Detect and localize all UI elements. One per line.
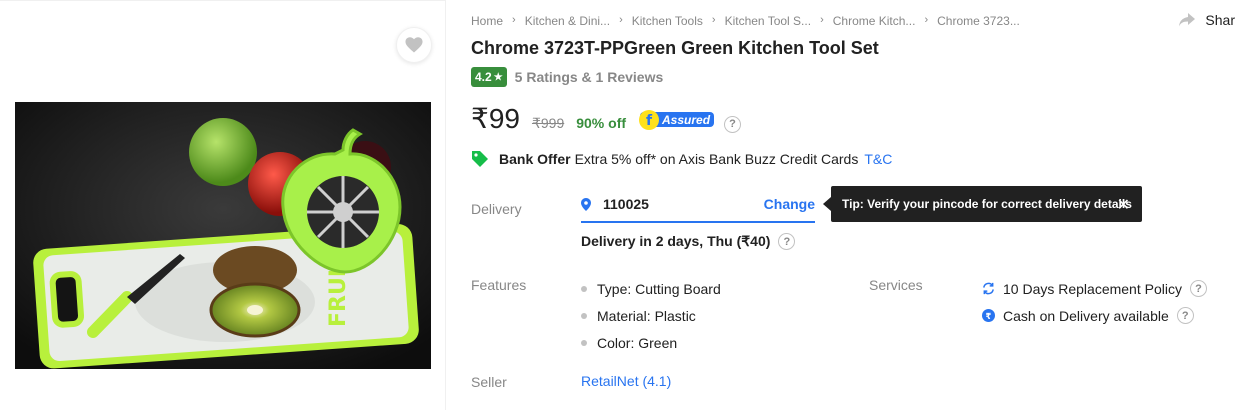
original-price: ₹999 (531, 115, 565, 131)
svg-text:₹: ₹ (985, 311, 991, 321)
heart-icon (405, 37, 423, 53)
price-row: ₹99 ₹999 90% off f Assured ? (471, 102, 742, 135)
svg-text:f: f (646, 113, 653, 129)
wishlist-button[interactable] (396, 27, 432, 63)
breadcrumb-kitchen-tool-set[interactable]: Kitchen Tool S... (725, 14, 812, 28)
replacement-help-icon[interactable]: ? (1189, 280, 1207, 297)
product-details: Home › Kitchen & Dini... › Kitchen Tools… (471, 0, 1235, 410)
breadcrumb-kitchen-dining[interactable]: Kitchen & Dini... (525, 14, 610, 28)
replacement-icon (981, 282, 995, 296)
product-image[interactable]: FRUITSPL (15, 102, 431, 369)
rating-row: 4.2 ★ 5 Ratings & 1 Reviews (471, 67, 663, 87)
assured-help-icon[interactable]: ? (724, 115, 742, 133)
discount-percent: 90% off (576, 115, 627, 131)
rating-badge[interactable]: 4.2 ★ (471, 67, 507, 87)
service-item-replacement: 10 Days Replacement Policy ? (981, 275, 1207, 302)
features-list: Type: Cutting Board Material: Plastic Co… (581, 275, 721, 356)
delivery-label: Delivery (471, 201, 522, 217)
rupee-icon: ₹ (981, 309, 995, 323)
offer-tag-icon (472, 151, 488, 167)
star-icon: ★ (493, 71, 503, 83)
assured-logo-icon: f Assured (639, 110, 715, 130)
selling-price: ₹99 (471, 103, 520, 134)
change-pincode-button[interactable]: Change (764, 196, 815, 212)
rating-value: 4.2 (475, 70, 492, 84)
delivery-estimate: Delivery in 2 days, Thu (₹40) ? (581, 233, 796, 250)
chevron-right-icon: › (820, 14, 824, 26)
cutting-board-illustration: FRUITSPL (15, 102, 431, 369)
share-icon (1179, 13, 1196, 27)
product-gallery: FRUITSPL (0, 0, 446, 410)
breadcrumb-chrome-kitchen[interactable]: Chrome Kitch... (833, 14, 916, 28)
ratings-reviews-count[interactable]: 5 Ratings & 1 Reviews (515, 69, 664, 85)
service-text: 10 Days Replacement Policy (1003, 280, 1182, 297)
assured-badge: f Assured (638, 110, 716, 130)
pincode-value[interactable]: 110025 (603, 196, 764, 212)
services-list: 10 Days Replacement Policy ? ₹ Cash on D… (981, 275, 1207, 329)
chevron-right-icon: › (711, 14, 716, 26)
pincode-field[interactable]: 110025 Change (581, 187, 815, 223)
feature-item: Material: Plastic (581, 302, 721, 329)
features-label: Features (471, 277, 527, 293)
cod-help-icon[interactable]: ? (1176, 307, 1194, 324)
seller-name-link[interactable]: RetailNet (4.1) (581, 373, 671, 389)
assured-label: Assured (661, 113, 711, 127)
feature-item: Color: Green (581, 329, 721, 356)
share-label: Shar (1205, 12, 1235, 28)
services-label: Services (869, 277, 923, 293)
product-title: Chrome 3723T-PPGreen Green Kitchen Tool … (471, 38, 879, 58)
seller-label: Seller (471, 374, 507, 390)
chevron-right-icon: › (924, 14, 929, 26)
breadcrumb: Home › Kitchen & Dini... › Kitchen Tools… (471, 14, 1020, 28)
breadcrumb-kitchen-tools[interactable]: Kitchen Tools (632, 14, 703, 28)
close-icon[interactable]: ✕ (1117, 195, 1130, 215)
offer-title: Bank Offer (499, 151, 571, 167)
breadcrumb-current[interactable]: Chrome 3723... (937, 14, 1020, 28)
offer-text: Extra 5% off* on Axis Bank Buzz Credit C… (574, 151, 859, 167)
pincode-tooltip: Tip: Verify your pincode for correct del… (823, 186, 1142, 222)
breadcrumb-home[interactable]: Home (471, 14, 503, 28)
chevron-right-icon: › (512, 14, 516, 26)
chevron-right-icon: › (619, 14, 623, 26)
delivery-help-icon[interactable]: ? (778, 233, 796, 250)
feature-item: Type: Cutting Board (581, 275, 721, 302)
bank-offer: Bank Offer Extra 5% off* on Axis Bank Bu… (471, 150, 892, 168)
offer-terms-link[interactable]: T&C (864, 151, 892, 167)
location-pin-icon (581, 197, 591, 211)
share-button[interactable]: Shar (1179, 12, 1235, 28)
service-item-cod: ₹ Cash on Delivery available ? (981, 302, 1207, 329)
service-text: Cash on Delivery available (1003, 307, 1169, 324)
delivery-time-text: Delivery in 2 days, Thu (₹40) (581, 233, 771, 249)
tooltip-text: Tip: Verify your pincode for correct del… (842, 197, 1132, 211)
